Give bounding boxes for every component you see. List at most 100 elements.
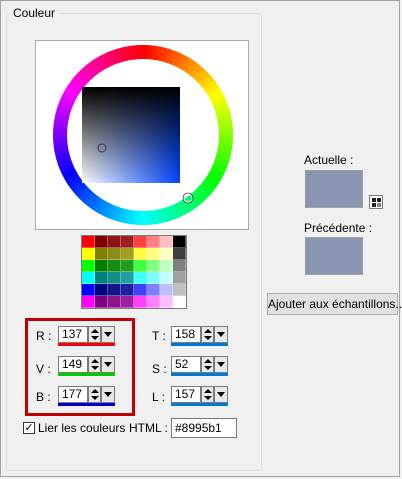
- palette-swatch[interactable]: [82, 284, 95, 296]
- basic-colors-palette[interactable]: [81, 235, 187, 309]
- b-dropdown[interactable]: [101, 386, 115, 403]
- palette-swatch[interactable]: [134, 248, 147, 260]
- palette-swatch[interactable]: [147, 260, 160, 272]
- r-down-icon[interactable]: [91, 336, 99, 340]
- t-bar: [171, 343, 228, 346]
- t-stepper[interactable]: [201, 326, 214, 343]
- s-dropdown[interactable]: [214, 356, 228, 373]
- s-input[interactable]: 52: [171, 356, 201, 373]
- b-input[interactable]: 177: [58, 386, 88, 403]
- palette-swatch[interactable]: [147, 236, 160, 248]
- palette-swatch[interactable]: [173, 296, 186, 308]
- add-to-swatches-button[interactable]: Ajouter aux échantillons...: [267, 293, 402, 315]
- hue-segment[interactable]: [139, 45, 144, 60]
- r-label: R :: [36, 329, 52, 343]
- palette-swatch[interactable]: [82, 296, 95, 308]
- chevron-down-icon: [104, 362, 112, 367]
- palette-swatch[interactable]: [134, 296, 147, 308]
- palette-swatch[interactable]: [134, 284, 147, 296]
- palette-swatch[interactable]: [173, 260, 186, 272]
- palette-swatch[interactable]: [95, 260, 108, 272]
- palette-swatch[interactable]: [160, 260, 173, 272]
- palette-swatch[interactable]: [95, 284, 108, 296]
- palette-icon[interactable]: [369, 195, 383, 209]
- palette-swatch[interactable]: [147, 296, 160, 308]
- palette-swatch[interactable]: [160, 272, 173, 284]
- r-input[interactable]: 137: [58, 326, 88, 343]
- l-up-icon[interactable]: [204, 389, 212, 393]
- r-stepper[interactable]: [88, 326, 101, 343]
- l-down-icon[interactable]: [204, 396, 212, 400]
- palette-swatch[interactable]: [160, 296, 173, 308]
- palette-swatch[interactable]: [82, 260, 95, 272]
- l-stepper[interactable]: [201, 386, 214, 403]
- palette-swatch[interactable]: [173, 236, 186, 248]
- saturation-square-shade: [82, 87, 180, 183]
- palette-swatch[interactable]: [95, 248, 108, 260]
- v-up-icon[interactable]: [91, 359, 99, 363]
- t-input[interactable]: 158: [171, 326, 201, 343]
- color-wheel-panel[interactable]: [35, 40, 249, 230]
- palette-swatch[interactable]: [134, 236, 147, 248]
- palette-swatch[interactable]: [134, 272, 147, 284]
- chevron-down-icon: [104, 332, 112, 337]
- l-dropdown[interactable]: [214, 386, 228, 403]
- b-down-icon[interactable]: [91, 396, 99, 400]
- v-stepper[interactable]: [88, 356, 101, 373]
- t-dropdown[interactable]: [214, 326, 228, 343]
- palette-swatch[interactable]: [95, 296, 108, 308]
- v-dropdown[interactable]: [101, 356, 115, 373]
- chevron-down-icon: [104, 392, 112, 397]
- previous-color-swatch[interactable]: [305, 237, 363, 275]
- l-input[interactable]: 157: [171, 386, 201, 403]
- color-wheel[interactable]: [36, 41, 249, 230]
- palette-swatch[interactable]: [147, 272, 160, 284]
- palette-swatch[interactable]: [160, 248, 173, 260]
- palette-swatch[interactable]: [160, 236, 173, 248]
- palette-swatch[interactable]: [121, 272, 134, 284]
- palette-swatch[interactable]: [108, 236, 121, 248]
- s-up-icon[interactable]: [204, 359, 212, 363]
- s-stepper[interactable]: [201, 356, 214, 373]
- t-down-icon[interactable]: [204, 336, 212, 340]
- link-colors-checkbox[interactable]: ✓: [23, 422, 35, 434]
- link-colors-label[interactable]: Lier les couleurs: [38, 421, 125, 435]
- palette-swatch[interactable]: [95, 236, 108, 248]
- palette-swatch[interactable]: [173, 284, 186, 296]
- html-input[interactable]: #8995b1: [171, 418, 237, 438]
- palette-swatch[interactable]: [82, 236, 95, 248]
- palette-swatch[interactable]: [160, 284, 173, 296]
- palette-swatch[interactable]: [147, 248, 160, 260]
- palette-swatch[interactable]: [173, 272, 186, 284]
- palette-swatch[interactable]: [147, 284, 160, 296]
- v-down-icon[interactable]: [91, 366, 99, 370]
- palette-swatch[interactable]: [95, 272, 108, 284]
- palette-swatch[interactable]: [108, 296, 121, 308]
- current-color-swatch: [305, 170, 363, 208]
- html-label: HTML :: [129, 421, 168, 435]
- chevron-down-icon: [217, 392, 225, 397]
- r-dropdown[interactable]: [101, 326, 115, 343]
- palette-swatch[interactable]: [121, 260, 134, 272]
- palette-swatch[interactable]: [108, 284, 121, 296]
- palette-swatch[interactable]: [121, 296, 134, 308]
- palette-swatch[interactable]: [121, 248, 134, 260]
- l-bar: [171, 403, 228, 406]
- palette-swatch[interactable]: [108, 260, 121, 272]
- t-up-icon[interactable]: [204, 329, 212, 333]
- palette-swatch[interactable]: [82, 272, 95, 284]
- r-up-icon[interactable]: [91, 329, 99, 333]
- palette-swatch[interactable]: [108, 272, 121, 284]
- b-up-icon[interactable]: [91, 389, 99, 393]
- group-title: Couleur: [10, 6, 59, 20]
- palette-swatch[interactable]: [82, 248, 95, 260]
- palette-swatch[interactable]: [173, 248, 186, 260]
- v-input[interactable]: 149: [58, 356, 88, 373]
- palette-swatch[interactable]: [108, 248, 121, 260]
- previous-label: Précédente :: [304, 221, 373, 235]
- palette-swatch[interactable]: [121, 236, 134, 248]
- b-stepper[interactable]: [88, 386, 101, 403]
- palette-swatch[interactable]: [121, 284, 134, 296]
- palette-swatch[interactable]: [134, 260, 147, 272]
- s-down-icon[interactable]: [204, 366, 212, 370]
